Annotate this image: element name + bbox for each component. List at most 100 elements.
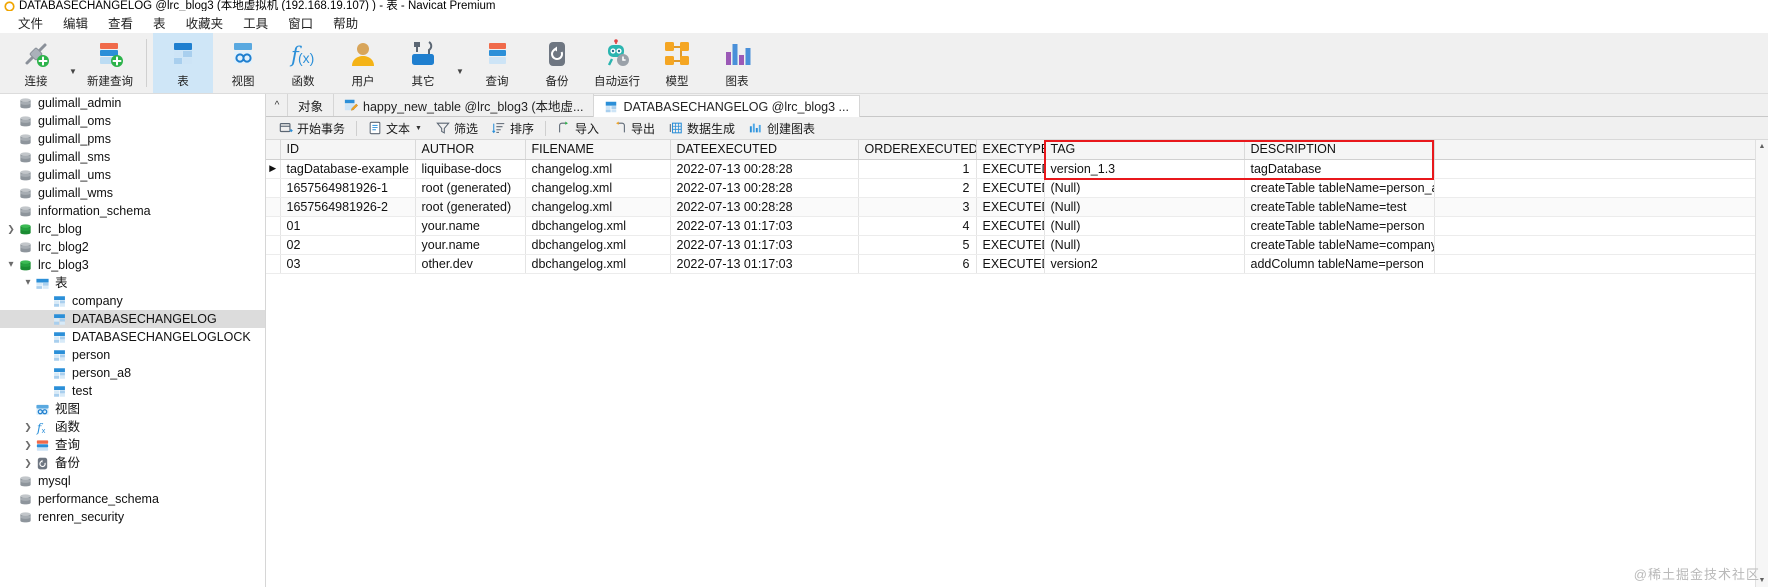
cell-exectype[interactable]: EXECUTED bbox=[976, 254, 1045, 274]
tree-item-company[interactable]: ❯company bbox=[0, 292, 265, 310]
cell-tag[interactable]: (Null) bbox=[1044, 197, 1245, 217]
cell-orderexecuted[interactable]: 3 bbox=[858, 197, 977, 217]
tree-item-gulimall_oms[interactable]: ❯gulimall_oms bbox=[0, 112, 265, 130]
cell-tag[interactable]: (Null) bbox=[1044, 235, 1245, 255]
toolbar-button-connection[interactable]: 连接 bbox=[6, 33, 66, 93]
grid-button-filter[interactable]: 筛选 bbox=[429, 118, 485, 139]
cell-dateexecuted[interactable]: 2022-07-13 00:28:28 bbox=[670, 178, 859, 198]
vertical-scrollbar[interactable]: ▲ ▼ bbox=[1755, 140, 1768, 587]
tree-item-databasechangelog[interactable]: ❯DATABASECHANGELOG bbox=[0, 310, 265, 328]
grid-button-sort[interactable]: 排序 bbox=[485, 118, 541, 139]
cell-author[interactable]: root (generated) bbox=[415, 197, 526, 217]
cell-description[interactable]: createTable tableName=company bbox=[1244, 235, 1435, 255]
scroll-up-arrow-icon[interactable]: ▲ bbox=[1759, 140, 1766, 153]
cell-blank[interactable] bbox=[1434, 197, 1755, 217]
cell-author[interactable]: your.name bbox=[415, 216, 526, 236]
cell-id[interactable]: 01 bbox=[280, 216, 416, 236]
tree-item--[interactable]: ❯ 备份 bbox=[0, 454, 265, 472]
cell-id[interactable]: 02 bbox=[280, 235, 416, 255]
table-row[interactable]: ▶ tagDatabase-example liquibase-docs change… bbox=[266, 159, 1755, 179]
grid-button-data-generation[interactable]: 数据生成 bbox=[662, 118, 742, 139]
table-row[interactable]: 01 your.name dbchangelog.xml 2022-07-13 01:… bbox=[266, 216, 1755, 236]
cell-blank[interactable] bbox=[1434, 178, 1755, 198]
cell-description[interactable]: createTable tableName=person_a8 bbox=[1244, 178, 1435, 198]
tree-item-mysql[interactable]: ❯mysql bbox=[0, 472, 265, 490]
table-row[interactable]: 02 your.name dbchangelog.xml 2022-07-13 01:… bbox=[266, 235, 1755, 255]
tree-item-gulimall_ums[interactable]: ❯gulimall_ums bbox=[0, 166, 265, 184]
column-header-exectype[interactable]: EXECTYPE bbox=[976, 140, 1045, 160]
column-header-author[interactable]: AUTHOR bbox=[415, 140, 526, 160]
toolbar-button-table[interactable]: 表 bbox=[153, 33, 213, 93]
cell-exectype[interactable]: EXECUTED bbox=[976, 197, 1045, 217]
tab-databasechangelog[interactable]: DATABASECHANGELOG @lrc_blog3 ... bbox=[593, 95, 860, 117]
menu-item-help[interactable]: 帮助 bbox=[323, 11, 368, 34]
toolbar-button-other[interactable]: 其它 bbox=[393, 33, 453, 93]
chevron-right-icon[interactable]: ❯ bbox=[21, 422, 35, 432]
toolbar-button-query[interactable]: 查询 bbox=[467, 33, 527, 93]
cell-id[interactable]: 1657564981926-2 bbox=[280, 197, 416, 217]
cell-author[interactable]: other.dev bbox=[415, 254, 526, 274]
cell-blank[interactable] bbox=[1434, 159, 1755, 179]
other-dropdown-caret-icon[interactable]: ▼ bbox=[453, 33, 467, 93]
menu-item-table[interactable]: 表 bbox=[143, 11, 176, 34]
cell-tag[interactable]: version2 bbox=[1044, 254, 1245, 274]
table-row[interactable]: 1657564981926-2 root (generated) changelog… bbox=[266, 197, 1755, 217]
toolbar-button-view[interactable]: 视图 bbox=[213, 33, 273, 93]
cell-filename[interactable]: changelog.xml bbox=[525, 197, 671, 217]
menu-item-tools[interactable]: 工具 bbox=[233, 11, 278, 34]
table-row[interactable]: 1657564981926-1 root (generated) changelog… bbox=[266, 178, 1755, 198]
toolbar-button-backup[interactable]: 备份 bbox=[527, 33, 587, 93]
tab-happy-new-table[interactable]: happy_new_table @lrc_blog3 (本地虚... bbox=[333, 94, 595, 116]
cell-id[interactable]: 03 bbox=[280, 254, 416, 274]
tree-item-lrc_blog3[interactable]: ▾ lrc_blog3 bbox=[0, 256, 265, 274]
cell-description[interactable]: addColumn tableName=person bbox=[1244, 254, 1435, 274]
cell-dateexecuted[interactable]: 2022-07-13 01:17:03 bbox=[670, 254, 859, 274]
tree-item-gulimall_pms[interactable]: ❯gulimall_pms bbox=[0, 130, 265, 148]
cell-orderexecuted[interactable]: 6 bbox=[858, 254, 977, 274]
column-header-id[interactable]: ID bbox=[280, 140, 416, 160]
column-header-tag[interactable]: TAG bbox=[1044, 140, 1245, 160]
cell-tag[interactable]: version_1.3 bbox=[1044, 159, 1245, 179]
object-tree-sidebar[interactable]: ❯gulimall_admin❯gulimall_oms❯gulimall_pm… bbox=[0, 94, 266, 587]
cell-tag[interactable]: (Null) bbox=[1044, 216, 1245, 236]
cell-tag[interactable]: (Null) bbox=[1044, 178, 1245, 198]
grid-button-text[interactable]: 文本 ▼ bbox=[361, 118, 429, 139]
connection-dropdown-caret-icon[interactable]: ▼ bbox=[66, 33, 80, 93]
cell-exectype[interactable]: EXECUTED bbox=[976, 159, 1045, 179]
cell-blank[interactable] bbox=[1434, 254, 1755, 274]
grid-button-create-chart[interactable]: 创建图表 bbox=[742, 118, 822, 139]
tree-item-person[interactable]: ❯person bbox=[0, 346, 265, 364]
cell-id[interactable]: tagDatabase-example bbox=[280, 159, 416, 179]
toolbar-button-model[interactable]: 模型 bbox=[647, 33, 707, 93]
cell-description[interactable]: createTable tableName=test bbox=[1244, 197, 1435, 217]
menu-item-file[interactable]: 文件 bbox=[8, 11, 53, 34]
tree-item-information_schema[interactable]: ❯information_schema bbox=[0, 202, 265, 220]
tab-objects[interactable]: 对象 bbox=[287, 94, 335, 116]
toolbar-button-chart[interactable]: 图表 bbox=[707, 33, 767, 93]
cell-dateexecuted[interactable]: 2022-07-13 00:28:28 bbox=[670, 197, 859, 217]
cell-author[interactable]: liquibase-docs bbox=[415, 159, 526, 179]
cell-exectype[interactable]: EXECUTED bbox=[976, 235, 1045, 255]
chevron-down-icon[interactable]: ▾ bbox=[21, 278, 35, 288]
tree-item-test[interactable]: ❯test bbox=[0, 382, 265, 400]
column-header-orderexecuted[interactable]: ORDEREXECUTED bbox=[858, 140, 977, 160]
cell-filename[interactable]: changelog.xml bbox=[525, 159, 671, 179]
tree-item--[interactable]: ▾ 表 bbox=[0, 274, 265, 292]
menu-item-view[interactable]: 查看 bbox=[98, 11, 143, 34]
cell-filename[interactable]: dbchangelog.xml bbox=[525, 254, 671, 274]
toolbar-button-function[interactable]: f (x) 函数 bbox=[273, 33, 333, 93]
chevron-right-icon[interactable]: ❯ bbox=[21, 458, 35, 468]
toolbar-button-automation[interactable]: 自动运行 bbox=[587, 33, 647, 93]
cell-dateexecuted[interactable]: 2022-07-13 01:17:03 bbox=[670, 216, 859, 236]
cell-filename[interactable]: dbchangelog.xml bbox=[525, 216, 671, 236]
column-header-description[interactable]: DESCRIPTION bbox=[1244, 140, 1435, 160]
cell-exectype[interactable]: EXECUTED bbox=[976, 216, 1045, 236]
cell-filename[interactable]: dbchangelog.xml bbox=[525, 235, 671, 255]
cell-dateexecuted[interactable]: 2022-07-13 01:17:03 bbox=[670, 235, 859, 255]
tree-item-renren_security[interactable]: ❯renren_security bbox=[0, 508, 265, 526]
cell-blank[interactable] bbox=[1434, 216, 1755, 236]
cell-orderexecuted[interactable]: 5 bbox=[858, 235, 977, 255]
toolbar-button-new-query[interactable]: 新建查询 bbox=[80, 33, 140, 93]
chevron-down-icon[interactable]: ▾ bbox=[4, 260, 18, 270]
grid-button-export[interactable]: 导出 bbox=[606, 118, 662, 139]
